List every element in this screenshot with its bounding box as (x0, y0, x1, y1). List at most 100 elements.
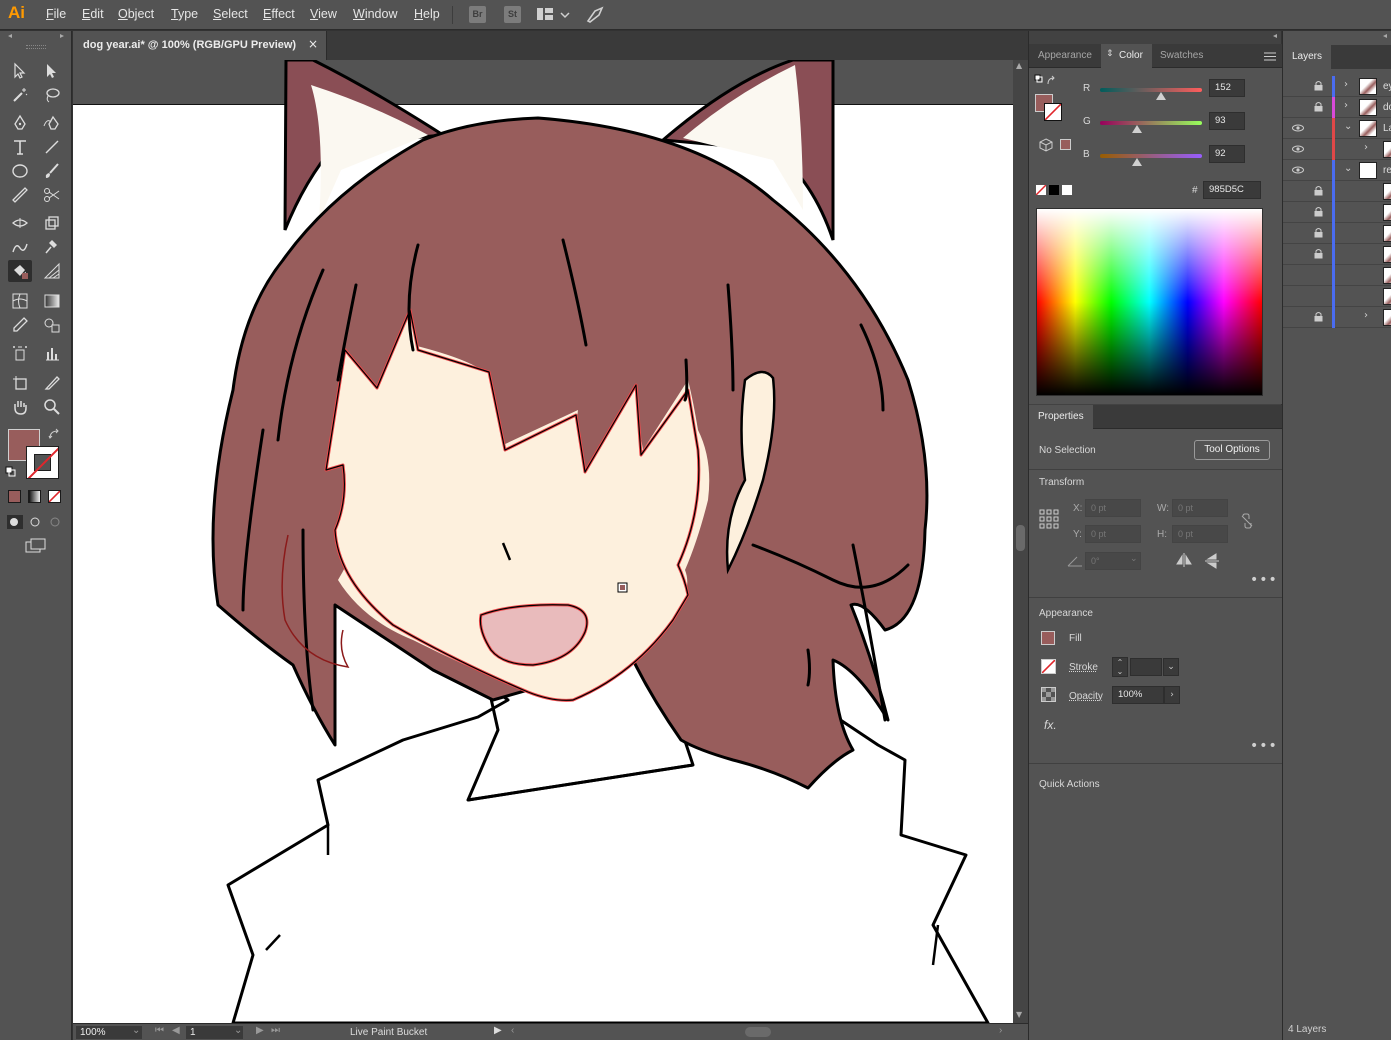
arrange-documents-icon[interactable] (537, 7, 571, 23)
layer-row[interactable] (1283, 202, 1391, 223)
green-value-field[interactable]: 93 (1209, 112, 1245, 130)
menu-file[interactable]: File (46, 7, 66, 21)
artboard-dropdown-icon[interactable]: ⌄ (234, 1025, 242, 1036)
swap-fill-stroke-icon[interactable] (48, 428, 62, 440)
stroke-weight-dropdown-icon[interactable]: ⌄ (1163, 658, 1179, 676)
default-fill-stroke-icon[interactable] (5, 466, 17, 478)
last-artboard-icon[interactable]: ⏭ (271, 1025, 280, 1036)
stroke-weight-field[interactable] (1130, 658, 1162, 676)
tab-swatches[interactable]: Swatches (1151, 44, 1212, 68)
scroll-up-icon[interactable]: ▲ (1016, 61, 1022, 70)
next-artboard-icon[interactable]: ▶ (256, 1025, 264, 1036)
close-document-icon[interactable]: × (308, 37, 318, 51)
expand-layer-icon[interactable]: ⌄ (1344, 121, 1352, 132)
w-field[interactable]: 0 pt (1172, 499, 1228, 517)
width-tool[interactable] (8, 212, 32, 234)
stroke-color-swatch[interactable] (26, 446, 59, 479)
layer-row[interactable]: ⌄ re (1283, 160, 1391, 181)
lasso-tool[interactable] (40, 84, 64, 106)
tab-layers[interactable]: Layers (1283, 45, 1332, 69)
expand-layer-icon[interactable]: › (1344, 100, 1348, 111)
color-mode-button[interactable] (8, 490, 21, 503)
x-field[interactable]: 0 pt (1085, 499, 1141, 517)
layer-row[interactable]: › (1283, 139, 1391, 160)
out-of-gamut-cube-icon[interactable] (1039, 138, 1053, 152)
none-mode-button[interactable] (48, 490, 61, 503)
lock-icon[interactable] (1314, 206, 1323, 217)
screen-mode-icon[interactable] (25, 538, 47, 554)
line-segment-tool[interactable] (40, 136, 64, 158)
red-slider-track[interactable] (1100, 88, 1202, 92)
document-tab[interactable]: dog year.ai* @ 100% (RGB/GPU Preview) × (73, 31, 327, 60)
transform-more-options-icon[interactable]: ••• (1250, 572, 1278, 588)
drawing-modes-icon[interactable] (7, 515, 69, 529)
hex-value-field[interactable]: 985D5C (1203, 181, 1261, 199)
column-graph-tool[interactable] (40, 342, 64, 364)
menu-select[interactable]: Select (213, 7, 248, 21)
bridge-button[interactable]: Br (469, 6, 486, 23)
canvas[interactable] (73, 60, 1013, 1023)
selection-tool[interactable] (8, 60, 32, 82)
scroll-down-icon[interactable]: ▼ (1016, 1010, 1022, 1019)
scroll-right-icon[interactable]: › (999, 1025, 1002, 1036)
green-slider-knob[interactable] (1132, 125, 1142, 133)
color-stroke-swatch[interactable] (1044, 103, 1062, 121)
layer-row[interactable] (1283, 181, 1391, 202)
lock-icon[interactable] (1314, 248, 1323, 259)
layer-row[interactable] (1283, 223, 1391, 244)
previous-artboard-icon[interactable]: ◀ (172, 1025, 180, 1036)
ellipse-tool[interactable] (8, 160, 32, 182)
constrain-proportions-icon[interactable] (1239, 513, 1255, 529)
blue-slider-track[interactable] (1100, 154, 1202, 158)
h-field[interactable]: 0 pt (1172, 525, 1228, 543)
gpu-performance-icon[interactable] (586, 6, 604, 24)
none-color-swatch[interactable] (1035, 184, 1047, 196)
expand-layer-icon[interactable]: › (1364, 142, 1368, 153)
blue-slider-knob[interactable] (1132, 158, 1142, 166)
black-color-swatch[interactable] (1048, 184, 1060, 196)
current-tool-status[interactable]: Live Paint Bucket (350, 1027, 427, 1038)
flip-vertical-icon[interactable] (1205, 553, 1219, 569)
web-safe-swatch[interactable] (1060, 139, 1071, 150)
menu-effect[interactable]: Effect (263, 7, 295, 21)
lock-icon[interactable] (1314, 101, 1323, 112)
layer-row[interactable]: › (1283, 307, 1391, 328)
perspective-grid-tool[interactable] (40, 260, 64, 282)
curvature-tool[interactable] (40, 112, 64, 134)
slice-tool[interactable] (40, 372, 64, 394)
red-slider-knob[interactable] (1156, 92, 1166, 100)
lock-icon[interactable] (1314, 80, 1323, 91)
white-color-swatch[interactable] (1061, 184, 1073, 196)
expand-layer-icon[interactable]: ⌄ (1344, 163, 1352, 174)
lock-icon[interactable] (1314, 311, 1323, 322)
layer-row[interactable] (1283, 244, 1391, 265)
gradient-mode-button[interactable] (28, 490, 41, 503)
lock-icon[interactable] (1314, 227, 1323, 238)
layer-row[interactable] (1283, 265, 1391, 286)
scissors-tool[interactable] (40, 184, 64, 206)
opacity-field[interactable]: 100% (1112, 686, 1164, 704)
eyedropper-tool[interactable] (8, 314, 32, 336)
expand-layer-icon[interactable]: › (1364, 310, 1368, 321)
dock-collapse-icon[interactable] (1029, 32, 1282, 40)
paintbrush-tool[interactable] (40, 160, 64, 182)
tab-appearance[interactable]: Appearance (1029, 44, 1101, 68)
opacity-checkerboard-icon[interactable] (1041, 687, 1056, 702)
type-tool[interactable] (8, 136, 32, 158)
live-paint-bucket-tool[interactable] (8, 260, 32, 282)
stroke-label[interactable]: Stroke (1069, 662, 1098, 673)
menu-window[interactable]: Window (353, 7, 397, 21)
gradient-tool[interactable] (40, 290, 64, 312)
toolbar-grip[interactable] (26, 45, 46, 49)
menu-view[interactable]: View (310, 7, 337, 21)
vertical-scrollbar[interactable]: ▲ ▼ (1013, 60, 1028, 1023)
reference-point-icon[interactable] (1039, 509, 1059, 529)
green-slider-track[interactable] (1100, 121, 1202, 125)
horizontal-scroll-thumb[interactable] (745, 1027, 771, 1037)
menu-edit[interactable]: Edit (82, 7, 104, 21)
visibility-eye-icon[interactable] (1292, 143, 1304, 155)
color-spectrum[interactable] (1036, 208, 1263, 396)
shaper-tool[interactable] (8, 184, 32, 206)
stroke-weight-stepper[interactable]: ⌃ ⌄ (1112, 657, 1128, 677)
zoom-tool[interactable] (40, 396, 64, 418)
